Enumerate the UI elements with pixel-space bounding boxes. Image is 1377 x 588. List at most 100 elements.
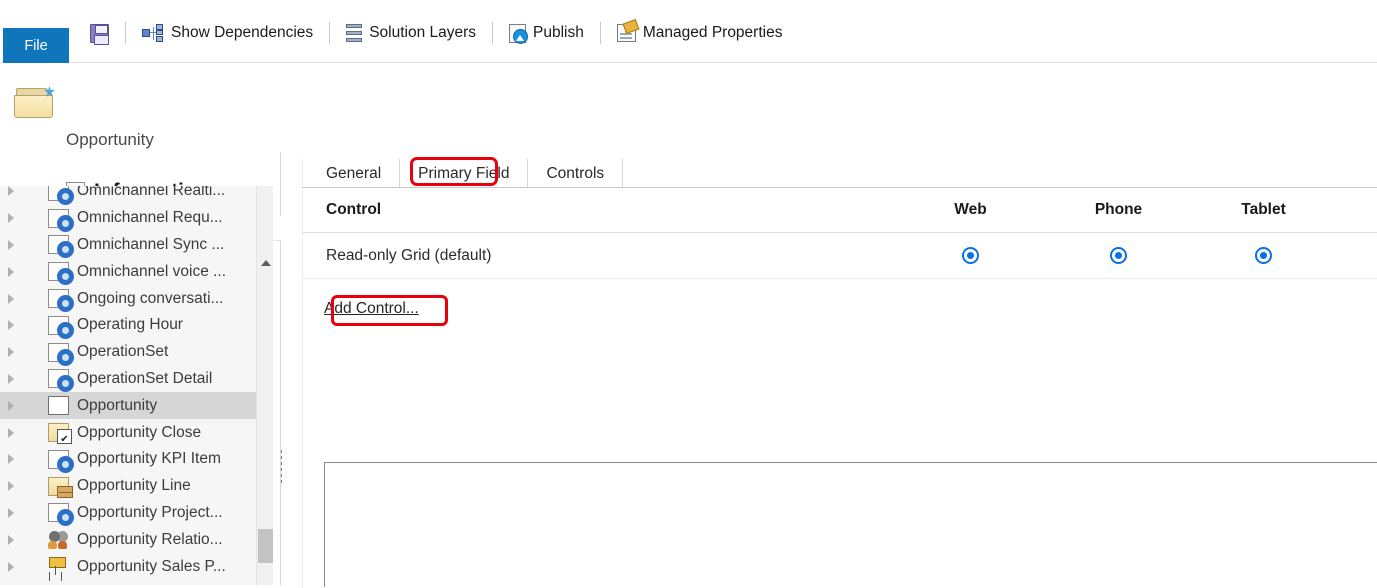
managed-properties-label: Managed Properties: [642, 24, 783, 41]
entity-tree-list: Omnichannel Realti... Omnichannel Requ..…: [0, 186, 264, 580]
tab-label: General: [326, 164, 382, 182]
tree-item-label: Omnichannel Realti...: [77, 186, 226, 200]
managed-properties-button[interactable]: Managed Properties: [611, 16, 789, 50]
chevron-right-icon[interactable]: [8, 454, 14, 465]
publish-icon: [509, 23, 529, 44]
chevron-right-icon[interactable]: [8, 561, 14, 572]
layers-icon: [346, 23, 363, 43]
entity-tree[interactable]: Omnichannel Realti... Omnichannel Requ..…: [0, 186, 264, 585]
solution-layers-button[interactable]: Solution Layers: [340, 16, 482, 50]
dependencies-icon: [142, 24, 164, 42]
tab-bar: General Primary Field Controls: [307, 158, 624, 188]
tab-general[interactable]: General: [307, 159, 401, 188]
people-icon: [48, 530, 69, 550]
radio-phone[interactable]: [1110, 247, 1127, 264]
tab-label: Primary Field: [418, 164, 510, 182]
controls-table: Control Web Phone Tablet Read-only Grid …: [302, 188, 1377, 279]
doc-gear-icon: [48, 315, 72, 337]
tree-scrollbar[interactable]: [256, 186, 273, 585]
control-properties-panel: [324, 462, 1377, 587]
tree-item-label: OperationSet Detail: [77, 369, 213, 387]
tree-item-opportunity[interactable]: Opportunity: [0, 392, 264, 420]
chevron-right-icon[interactable]: [8, 239, 14, 250]
tree-item-operationset-detail[interactable]: OperationSet Detail: [0, 366, 264, 393]
chevron-right-icon[interactable]: [8, 213, 14, 224]
tree-item-opportunity-relationship[interactable]: Opportunity Relatio...: [0, 526, 264, 553]
main-content: General Primary Field Controls Control W…: [282, 64, 1377, 588]
column-header-web: Web: [954, 201, 987, 218]
tree-item-opportunity-close[interactable]: Opportunity Close: [0, 419, 264, 446]
cell-web: [895, 247, 1046, 264]
chevron-right-icon[interactable]: [8, 507, 14, 518]
doc-gear-icon: [48, 262, 72, 284]
show-dependencies-label: Show Dependencies: [171, 24, 314, 41]
chevron-right-icon[interactable]: [8, 293, 14, 304]
tree-item-omnichannel-voice[interactable]: Omnichannel voice ...: [0, 258, 264, 285]
tree-item-opportunity-kpi-item[interactable]: Opportunity KPI Item: [0, 446, 264, 473]
tree-item-label: Opportunity Relatio...: [77, 530, 223, 548]
entity-name: Opportunity: [66, 130, 154, 149]
tree-item-operating-hour[interactable]: Operating Hour: [0, 312, 264, 339]
table-header-row: Control Web Phone Tablet: [302, 188, 1377, 233]
entity-icon: [48, 396, 69, 416]
doc-gear-icon: [48, 342, 72, 364]
tree-item-opportunity-line[interactable]: Opportunity Line: [0, 473, 264, 500]
folder-box-icon: [48, 476, 73, 498]
show-dependencies-button[interactable]: Show Dependencies: [136, 16, 319, 50]
tree-item-label: Opportunity KPI Item: [77, 450, 221, 468]
doc-gear-icon: [48, 449, 72, 471]
tree-item-label: Ongoing conversati...: [77, 289, 224, 307]
scroll-up-icon[interactable]: [257, 254, 274, 271]
tree-item-label: Omnichannel Requ...: [77, 209, 223, 227]
ribbon-separator: [492, 22, 494, 44]
tree-item-label: Opportunity Sales P...: [77, 557, 226, 575]
chevron-right-icon[interactable]: [8, 266, 14, 277]
publish-button[interactable]: Publish: [503, 16, 590, 50]
chevron-right-icon[interactable]: [8, 427, 14, 438]
chevron-right-icon[interactable]: [8, 347, 14, 358]
chevron-right-icon[interactable]: [8, 400, 14, 411]
tree-item-opportunity-project[interactable]: Opportunity Project...: [0, 500, 264, 527]
doc-gear-icon: [48, 235, 72, 257]
tree-item-omnichannel-sync[interactable]: Omnichannel Sync ...: [0, 232, 264, 259]
ribbon-toolbar: File Show Dependencies Solution Layers P…: [0, 0, 1377, 63]
file-button[interactable]: File: [3, 28, 69, 63]
doc-gear-icon: [48, 369, 72, 391]
tree-item-label: Opportunity: [77, 396, 158, 414]
tab-label: Controls: [546, 164, 605, 182]
tree-item-ongoing-conversation[interactable]: Ongoing conversati...: [0, 285, 264, 312]
left-sidebar: Opportunity Information Solution Default…: [0, 64, 284, 585]
tree-item-omnichannel-request[interactable]: Omnichannel Requ...: [0, 205, 264, 232]
ribbon-separator: [125, 22, 126, 44]
radio-web[interactable]: [962, 247, 979, 264]
chevron-right-icon[interactable]: [8, 320, 14, 331]
save-button[interactable]: [84, 16, 115, 50]
cell-phone: [1046, 247, 1191, 264]
chevron-right-icon[interactable]: [8, 186, 14, 197]
doc-gear-icon: [48, 186, 72, 203]
tree-item-operationset[interactable]: OperationSet: [0, 339, 264, 366]
add-control-link[interactable]: Add Control...: [324, 300, 419, 318]
ribbon-separator: [329, 22, 331, 44]
tab-primary-field[interactable]: Primary Field: [400, 159, 529, 188]
column-header-tablet: Tablet: [1241, 201, 1286, 218]
tab-controls[interactable]: Controls: [528, 159, 624, 188]
radio-tablet[interactable]: [1255, 247, 1272, 264]
solution-folder-icon: [14, 86, 57, 121]
tree-item-omnichannel-realtime[interactable]: Omnichannel Realti...: [0, 186, 264, 205]
column-header-phone: Phone: [1094, 201, 1143, 218]
cell-tablet: [1191, 247, 1336, 264]
ribbon-separator: [599, 22, 601, 44]
scrollbar-thumb[interactable]: [258, 529, 273, 563]
tree-item-opportunity-sales-process[interactable]: Opportunity Sales P...: [0, 553, 264, 580]
chevron-right-icon[interactable]: [8, 481, 14, 492]
tree-item-label: Operating Hour: [77, 316, 183, 334]
tree-item-label: Omnichannel Sync ...: [77, 235, 225, 253]
tree-item-label: Opportunity Close: [77, 423, 202, 441]
publish-label: Publish: [533, 24, 584, 41]
table-row[interactable]: Read-only Grid (default): [302, 233, 1377, 279]
flow-icon: [48, 557, 69, 576]
managed-properties-icon: [616, 24, 636, 42]
chevron-right-icon[interactable]: [8, 534, 14, 545]
chevron-right-icon[interactable]: [8, 373, 14, 384]
